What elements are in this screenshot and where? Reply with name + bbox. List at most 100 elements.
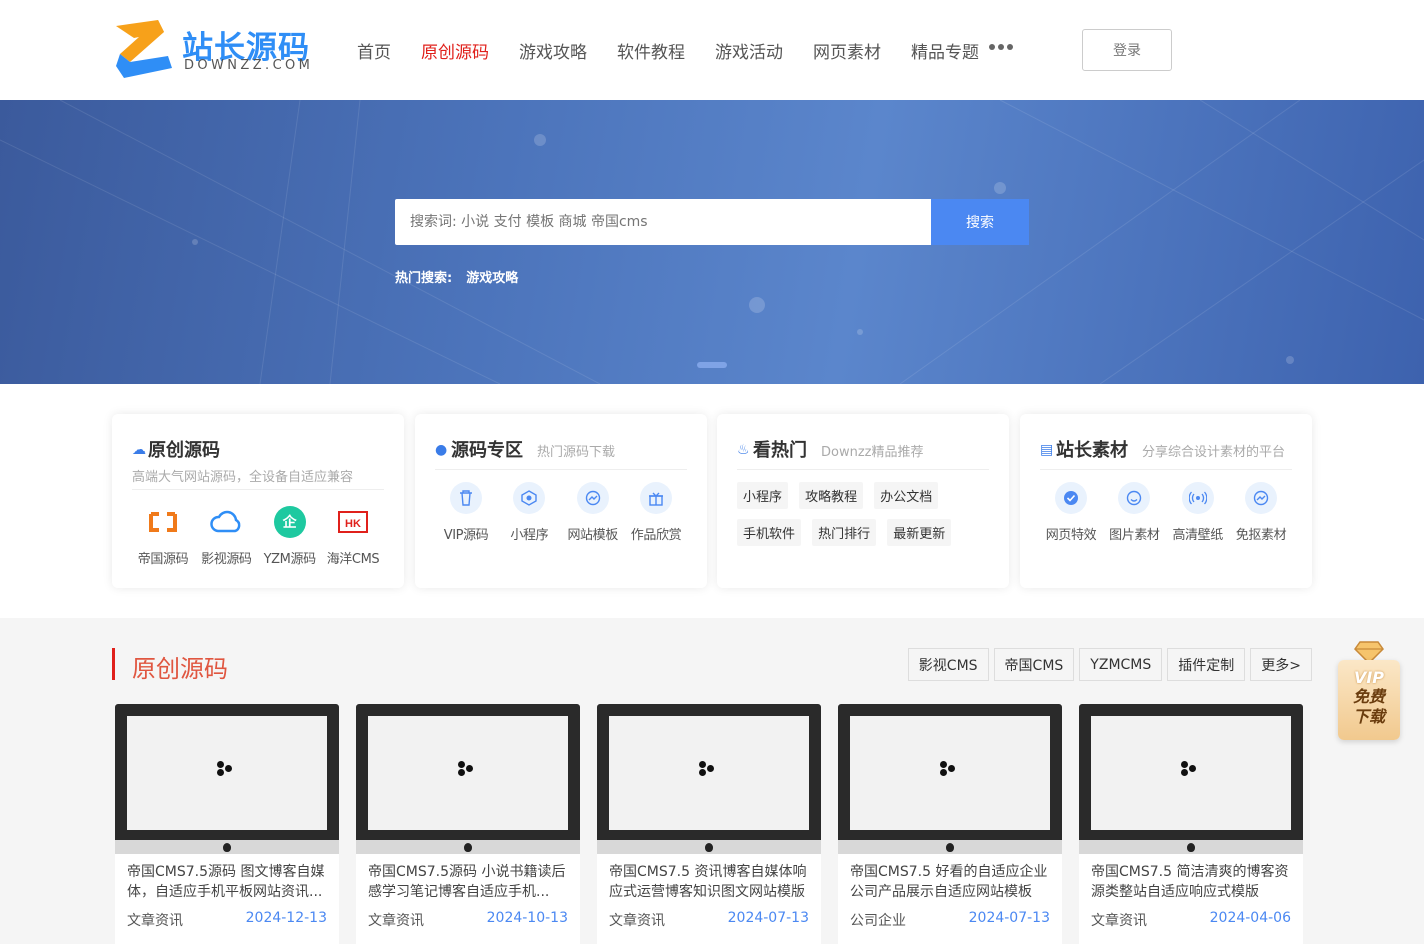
item-yzm-source[interactable]: 企 YZM源码: [259, 506, 321, 567]
hot-keyword[interactable]: 游戏攻略: [466, 271, 518, 286]
apple-icon: [223, 843, 231, 852]
site-logo[interactable]: 站长源码 DOWNZZ.COM: [112, 20, 322, 80]
item-ocean-cms[interactable]: HK 海洋CMS: [322, 506, 384, 567]
filter-yzmcms[interactable]: YZMCMS: [1079, 648, 1163, 681]
hk-logo-icon: HK: [337, 506, 369, 538]
product-thumbnail: [356, 704, 580, 854]
nav-software-tutorials[interactable]: 软件教程: [617, 38, 685, 63]
item-video-source[interactable]: 影视源码: [195, 506, 257, 567]
section-title: 原创源码: [132, 655, 228, 683]
nav-home[interactable]: 首页: [357, 38, 391, 63]
hot-tag[interactable]: 小程序: [737, 482, 789, 509]
product-card[interactable]: 帝国CMS7.5源码 小说书籍读后感学习笔记博客自适应手机... 文章资讯 202…: [356, 704, 580, 944]
product-grid: 帝国CMS7.5源码 图文博客自媒体，自适应手机平板网站资讯... 文章资讯 20…: [115, 704, 1303, 944]
product-category[interactable]: 文章资讯: [368, 910, 424, 930]
item-empire-source[interactable]: 帝国源码: [132, 506, 194, 567]
search-box: 搜索: [395, 199, 1029, 245]
search-button[interactable]: 搜索: [931, 199, 1029, 245]
product-date: 2024-04-06: [1209, 910, 1291, 926]
card-title: 站长素材: [1056, 440, 1128, 461]
product-title[interactable]: 帝国CMS7.5 简洁清爽的博客资源类整站自适应响应式模版: [1079, 854, 1303, 902]
product-card[interactable]: 帝国CMS7.5 简洁清爽的博客资源类整站自适应响应式模版 文章资讯 2024-0…: [1079, 704, 1303, 944]
logo-subtext: DOWNZZ.COM: [184, 58, 314, 73]
trash-icon: [450, 482, 482, 514]
apple-icon: [705, 843, 713, 852]
card-items: 网页特效 图片素材 高清壁纸 免抠素材: [1040, 482, 1292, 543]
vip-free-download-badge[interactable]: VIP 免费 下载: [1338, 640, 1400, 740]
product-category[interactable]: 文章资讯: [1091, 910, 1147, 930]
card-subtitle: 热门源码下载: [537, 445, 616, 460]
product-date: 2024-10-13: [486, 910, 568, 926]
card-webmaster-assets: ▤ 站长素材 分享综合设计素材的平台 网页特效 图片素材 高清壁纸 免抠素材: [1020, 414, 1312, 588]
filter-more[interactable]: 更多>: [1250, 648, 1312, 681]
item-web-effects[interactable]: 网页特效: [1040, 482, 1102, 543]
product-card[interactable]: 帝国CMS7.5源码 图文博客自媒体，自适应手机平板网站资讯... 文章资讯 20…: [115, 704, 339, 944]
product-thumbnail: [1079, 704, 1303, 854]
vip-label: VIP: [1353, 668, 1385, 687]
card-original-source: ☁ 原创源码 高端大气网站源码，全设备自适应兼容 帝国源码 影视源码 企 YZM源…: [112, 414, 404, 588]
card-header: ▤ 站长素材 分享综合设计素材的平台: [1040, 436, 1292, 470]
card-subtitle: 分享综合设计素材的平台: [1142, 445, 1286, 460]
hot-tag[interactable]: 办公文档: [874, 482, 939, 509]
item-site-template[interactable]: 网站模板: [562, 482, 624, 543]
filter-plugin-custom[interactable]: 插件定制: [1167, 648, 1246, 681]
product-title[interactable]: 帝国CMS7.5源码 小说书籍读后感学习笔记博客自适应手机...: [356, 854, 580, 902]
card-header: ● 源码专区 热门源码下载: [435, 436, 687, 470]
item-image-assets[interactable]: 图片素材: [1103, 482, 1165, 543]
smile-icon: [1118, 482, 1151, 514]
hot-tag[interactable]: 最新更新: [887, 519, 952, 546]
search-input[interactable]: [395, 199, 931, 245]
card-title: 源码专区: [451, 440, 523, 461]
item-showcase[interactable]: 作品欣赏: [625, 482, 687, 543]
product-title[interactable]: 帝国CMS7.5 好看的自适应企业公司产品展示自适应网站模板: [838, 854, 1062, 902]
nav-original-source[interactable]: 原创源码: [421, 38, 489, 63]
hot-search: 热门搜索: 游戏攻略: [395, 267, 518, 286]
nav-featured-topics[interactable]: 精品专题: [911, 38, 979, 63]
check-circle-icon: ●: [435, 442, 448, 458]
nav-web-assets[interactable]: 网页素材: [813, 38, 881, 63]
cloud-icon: ☁: [132, 442, 146, 458]
broadcast-icon: [1181, 482, 1214, 514]
filter-empire-cms[interactable]: 帝国CMS: [993, 648, 1075, 681]
product-date: 2024-07-13: [968, 910, 1050, 926]
item-mini-program[interactable]: 小程序: [498, 482, 560, 543]
filter-video-cms[interactable]: 影视CMS: [907, 648, 989, 681]
section-accent-bar: [112, 648, 115, 680]
yzm-logo-icon: 企: [273, 506, 306, 538]
category-cards: ☁ 原创源码 高端大气网站源码，全设备自适应兼容 帝国源码 影视源码 企 YZM源…: [0, 384, 1424, 618]
section-filters: 影视CMS 帝国CMS YZMCMS 插件定制 更多>: [907, 648, 1312, 681]
product-category[interactable]: 文章资讯: [127, 910, 183, 930]
card-subtitle: Downzz精品推荐: [821, 445, 924, 460]
card-source-zone: ● 源码专区 热门源码下载 VIP源码 小程序 网站模板 作品欣赏: [415, 414, 707, 588]
palette-icon: [1244, 482, 1277, 514]
hot-tag[interactable]: 热门排行: [812, 519, 877, 546]
main-nav: 首页 原创源码 游戏攻略 软件教程 游戏活动 网页素材 精品专题: [357, 38, 1009, 63]
product-category[interactable]: 公司企业: [850, 910, 906, 930]
card-title: 看热门: [753, 440, 807, 461]
item-hd-wallpapers[interactable]: 高清壁纸: [1167, 482, 1229, 543]
product-card[interactable]: 帝国CMS7.5 资讯博客自媒体响应式运营博客知识图文网站模版 文章资讯 2024…: [597, 704, 821, 944]
vip-line-2: 下载: [1352, 707, 1385, 726]
item-cutout-assets[interactable]: 免抠素材: [1230, 482, 1292, 543]
product-card[interactable]: 帝国CMS7.5 好看的自适应企业公司产品展示自适应网站模板 公司企业 2024-…: [838, 704, 1062, 944]
hot-tag[interactable]: 攻略教程: [799, 482, 864, 509]
product-thumbnail: [115, 704, 339, 854]
flame-icon: ♨: [737, 442, 750, 458]
vip-line-1: 免费: [1352, 687, 1385, 706]
hot-tag[interactable]: 手机软件: [737, 519, 802, 546]
apple-icon: [1187, 843, 1195, 852]
nav-game-events[interactable]: 游戏活动: [715, 38, 783, 63]
more-dots-icon[interactable]: [989, 44, 1013, 50]
product-title[interactable]: 帝国CMS7.5 资讯博客自媒体响应式运营博客知识图文网站模版: [597, 854, 821, 902]
product-title[interactable]: 帝国CMS7.5源码 图文博客自媒体，自适应手机平板网站资讯...: [115, 854, 339, 902]
hot-search-label: 热门搜索:: [395, 271, 453, 286]
product-date: 2024-12-13: [245, 910, 327, 926]
carousel-indicator[interactable]: [697, 362, 727, 368]
item-vip-source[interactable]: VIP源码: [435, 482, 497, 543]
nav-game-guides[interactable]: 游戏攻略: [519, 38, 587, 63]
product-category[interactable]: 文章资讯: [609, 910, 665, 930]
apple-icon: [946, 843, 954, 852]
login-button[interactable]: 登录: [1082, 29, 1172, 71]
database-icon: ▤: [1040, 442, 1054, 458]
card-header: ☁ 原创源码 高端大气网站源码，全设备自适应兼容: [132, 436, 384, 490]
